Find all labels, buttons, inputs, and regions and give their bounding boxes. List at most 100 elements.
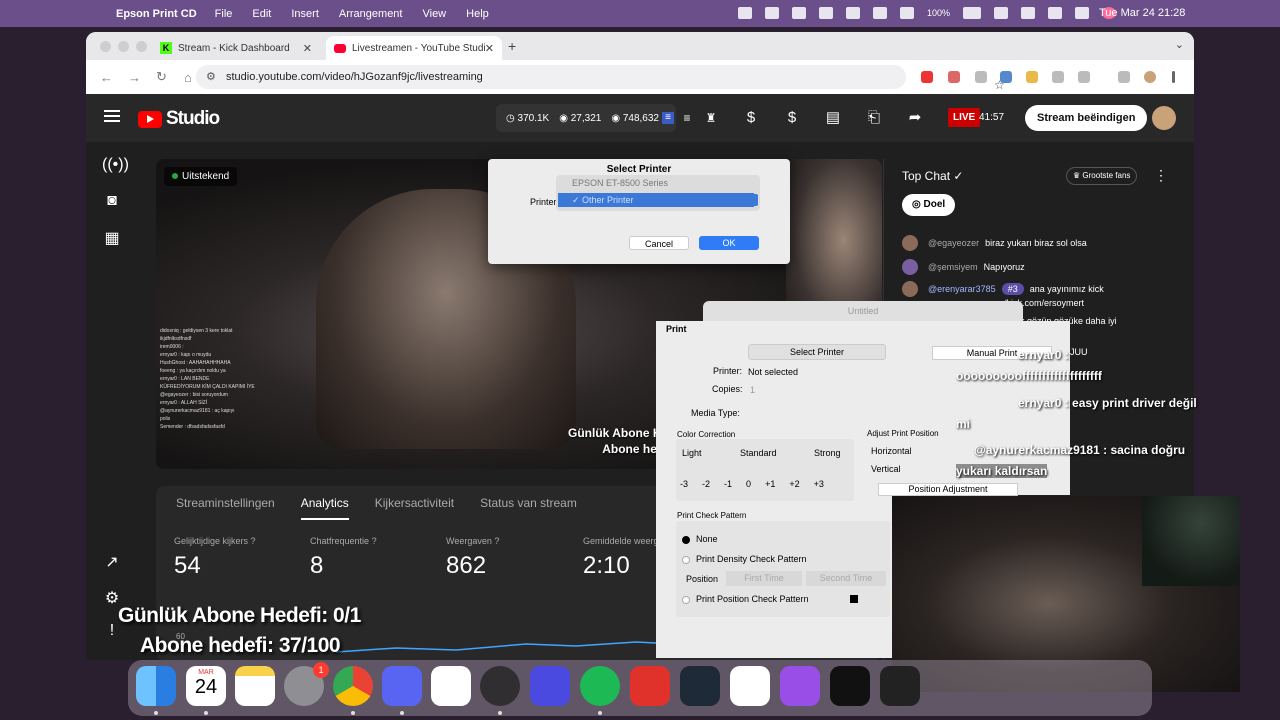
more-options-icon[interactable]: ⋮ [1154,167,1168,184]
tab-youtube-studio[interactable]: Livestreamen - YouTube Studi ✕ [326,36,502,60]
option-density-pattern[interactable]: Print Density Check Pattern [682,554,807,564]
caption-icon[interactable]: ≡ [662,112,674,124]
discord-icon[interactable] [382,666,422,706]
chat-message[interactable]: @şemsiyem Napıyoruz [902,259,1025,275]
help-icon[interactable]: ? [372,536,377,546]
podcasts-icon[interactable] [780,666,820,706]
tab-kick[interactable]: K Stream - Kick Dashboard ✕ [152,36,320,60]
tab-stream-settings[interactable]: Streaminstellingen [176,496,275,520]
printer-dropdown[interactable]: EPSON ET-8500 Series ✓ Other Printer [556,175,760,211]
calendar-icon[interactable]: ▦ [102,228,122,248]
menu-view[interactable]: View [422,8,446,20]
moon-icon[interactable] [900,7,914,19]
close-tab-icon[interactable]: ✕ [303,42,312,55]
help-icon[interactable]: ? [251,536,256,546]
chat-message[interactable]: @erenyarar3785 #3 ana yayınımız kick [902,281,1104,297]
screen-icon[interactable] [738,7,752,19]
launchpad-icon[interactable] [530,666,570,706]
search-icon[interactable] [1048,7,1063,19]
chat-mode[interactable]: Top Chat ✓ [902,169,963,183]
bluetooth-icon[interactable] [873,7,887,19]
option-position-pattern[interactable]: Print Position Check Pattern [682,594,809,604]
close-window-button[interactable] [100,41,111,52]
minimize-window-button[interactable] [118,41,129,52]
scale-value[interactable]: -2 [702,479,710,489]
copies-input[interactable]: 1 [750,385,755,395]
scale-value[interactable]: +3 [814,479,824,489]
camera-icon[interactable]: ◙ [102,192,122,212]
trophy-icon[interactable]: ♜ [702,109,720,127]
obs-icon[interactable] [480,666,520,706]
printer-option[interactable]: EPSON ET-8500 Series [572,178,668,188]
extension-icon[interactable] [1052,71,1064,83]
kick-icon[interactable] [680,666,720,706]
display-icon[interactable] [846,7,860,19]
chat-message[interactable]: @egayeozer biraz yukarı biraz sol olsa [902,235,1087,251]
position-adjustment-button[interactable]: Position Adjustment [878,483,1018,496]
goal-chip[interactable]: ◎ Doel [902,194,956,216]
url-field[interactable]: ⚙ studio.youtube.com/video/hJGozanf9jc/l… [196,65,1005,92]
calendar-icon[interactable]: MAR 24 [186,666,226,706]
new-tab-icon[interactable]: + [508,38,516,54]
studio-logo[interactable]: Studio [138,108,220,130]
battery-icon[interactable] [963,7,982,19]
forward-icon[interactable]: → [128,70,142,85]
browser-menu-icon[interactable] [1172,71,1175,83]
second-time-button[interactable]: Second Time [806,571,886,586]
notion-menubar-icon[interactable] [765,7,779,19]
list-icon[interactable]: ≡ [678,109,696,127]
notion-icon[interactable] [431,666,471,706]
back-icon[interactable]: ← [100,70,114,85]
extensions-puzzle-icon[interactable] [1078,71,1090,83]
control-center-icon[interactable] [1075,7,1090,19]
teams-icon[interactable] [630,666,670,706]
reload-icon[interactable]: ↻ [156,69,170,85]
extension-icon[interactable] [1000,71,1012,83]
cloud-icon[interactable] [792,7,806,19]
profile-avatar-icon[interactable] [1144,71,1156,83]
external-link-icon[interactable]: ↗ [102,552,122,572]
app-icon[interactable] [730,666,770,706]
tab-stream-status[interactable]: Status van stream [480,496,577,520]
monetization-icon[interactable]: $ [742,109,760,127]
help-icon[interactable]: ? [494,536,499,546]
super-chat-icon[interactable]: $ [783,109,801,127]
clock[interactable]: Tue Mar 24 21:28 [1099,7,1185,19]
color-scale[interactable]: -3 -2 -1 0 +1 +2 +3 [680,479,824,489]
end-stream-button[interactable]: Stream beëindigen [1025,105,1148,131]
cancel-button[interactable]: Cancel [629,236,689,250]
app-name[interactable]: Epson Print CD [116,8,197,20]
radio[interactable] [682,595,690,604]
scale-value[interactable]: +1 [765,479,775,489]
zoom-window-button[interactable] [136,41,147,52]
scale-value[interactable]: +2 [789,479,799,489]
scale-value-selected[interactable]: 0 [746,479,751,489]
channel-avatar[interactable] [1152,106,1176,130]
first-time-button[interactable]: First Time [726,571,802,586]
share-icon[interactable]: ➦ [906,109,924,127]
scale-value[interactable]: -3 [680,479,688,489]
hamburger-menu-icon[interactable] [104,110,120,122]
notes-icon[interactable] [235,666,275,706]
spotify-icon[interactable] [580,666,620,706]
wifi-icon[interactable] [1021,7,1036,19]
extension-red-icon[interactable] [921,71,933,83]
radio[interactable] [682,555,690,564]
bookmark-icon[interactable]: ⎗ [865,109,883,127]
scale-value[interactable]: -1 [724,479,732,489]
download-icon[interactable] [1118,71,1130,83]
live-broadcast-icon[interactable]: ((•)) [102,156,129,176]
option-none[interactable]: None [682,534,718,544]
menu-help[interactable]: Help [466,8,489,20]
radio-selected[interactable] [682,535,690,544]
chrome-icon[interactable] [333,666,373,706]
chevron-down-icon[interactable]: ⌄ [1175,38,1184,51]
volume-icon[interactable] [994,7,1009,19]
close-tab-icon[interactable]: ✕ [485,42,494,55]
menu-file[interactable]: File [215,8,233,20]
printer-option-selected[interactable]: ✓ Other Printer [558,193,754,207]
extension-icon[interactable] [948,71,960,83]
select-printer-button[interactable]: Select Printer [748,344,886,360]
extension-icon[interactable] [1026,71,1038,83]
airdrop-icon[interactable] [819,7,833,19]
